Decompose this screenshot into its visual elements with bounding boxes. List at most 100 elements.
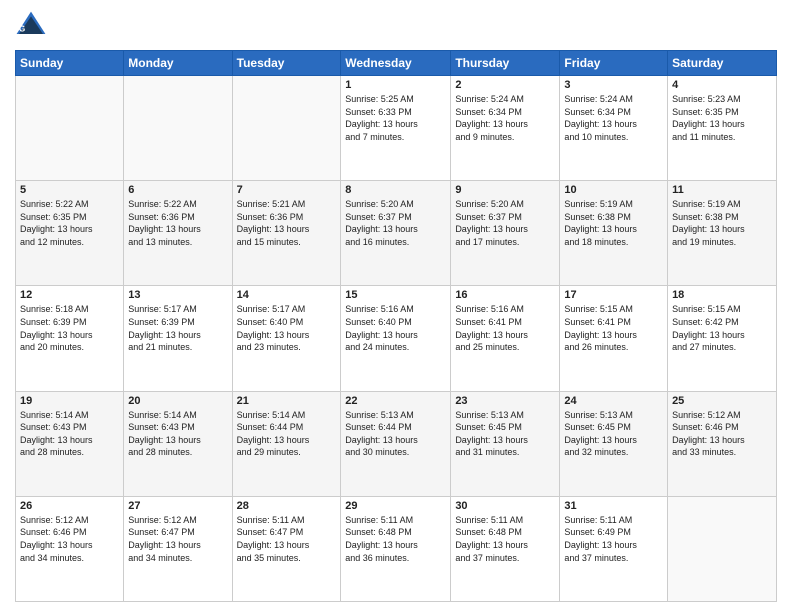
calendar-week-5: 26 Sunrise: 5:12 AM Sunset: 6:46 PM Dayli… [16, 496, 777, 601]
calendar-cell: 10 Sunrise: 5:19 AM Sunset: 6:38 PM Dayli… [560, 181, 668, 286]
day-info: Sunrise: 5:13 AM Sunset: 6:44 PM Dayligh… [345, 409, 446, 459]
day-number: 1 [345, 79, 446, 91]
day-number: 20 [128, 395, 227, 407]
day-info: Sunrise: 5:11 AM Sunset: 6:47 PM Dayligh… [237, 514, 337, 564]
day-number: 3 [564, 79, 663, 91]
logo-icon: G [15, 10, 47, 42]
calendar-header-saturday: Saturday [668, 51, 777, 76]
header: G [15, 10, 777, 42]
day-number: 22 [345, 395, 446, 407]
calendar-cell: 28 Sunrise: 5:11 AM Sunset: 6:47 PM Dayli… [232, 496, 341, 601]
day-number: 29 [345, 500, 446, 512]
day-number: 2 [455, 79, 555, 91]
day-number: 14 [237, 289, 337, 301]
day-info: Sunrise: 5:11 AM Sunset: 6:49 PM Dayligh… [564, 514, 663, 564]
day-number: 17 [564, 289, 663, 301]
day-info: Sunrise: 5:13 AM Sunset: 6:45 PM Dayligh… [564, 409, 663, 459]
day-number: 23 [455, 395, 555, 407]
day-info: Sunrise: 5:16 AM Sunset: 6:40 PM Dayligh… [345, 303, 446, 353]
page: G SundayMondayTuesdayWednesdayThursdayFr… [0, 0, 792, 612]
calendar-cell: 29 Sunrise: 5:11 AM Sunset: 6:48 PM Dayli… [341, 496, 451, 601]
day-number: 19 [20, 395, 119, 407]
day-info: Sunrise: 5:18 AM Sunset: 6:39 PM Dayligh… [20, 303, 119, 353]
calendar-header-tuesday: Tuesday [232, 51, 341, 76]
svg-text:G: G [19, 25, 25, 34]
calendar-cell: 7 Sunrise: 5:21 AM Sunset: 6:36 PM Daylig… [232, 181, 341, 286]
day-number: 13 [128, 289, 227, 301]
calendar-cell: 3Sunrise: 5:24 AM Sunset: 6:34 PM Daylig… [560, 76, 668, 181]
day-info: Sunrise: 5:17 AM Sunset: 6:40 PM Dayligh… [237, 303, 337, 353]
calendar-header-monday: Monday [124, 51, 232, 76]
day-info: Sunrise: 5:20 AM Sunset: 6:37 PM Dayligh… [345, 198, 446, 248]
day-info: Sunrise: 5:15 AM Sunset: 6:42 PM Dayligh… [672, 303, 772, 353]
calendar-cell: 17 Sunrise: 5:15 AM Sunset: 6:41 PM Dayli… [560, 286, 668, 391]
day-number: 25 [672, 395, 772, 407]
day-info: Sunrise: 5:12 AM Sunset: 6:46 PM Dayligh… [20, 514, 119, 564]
calendar-cell: 23 Sunrise: 5:13 AM Sunset: 6:45 PM Dayli… [451, 391, 560, 496]
day-number: 7 [237, 184, 337, 196]
calendar-cell: 9 Sunrise: 5:20 AM Sunset: 6:37 PM Daylig… [451, 181, 560, 286]
calendar-cell: 22 Sunrise: 5:13 AM Sunset: 6:44 PM Dayli… [341, 391, 451, 496]
calendar-table: SundayMondayTuesdayWednesdayThursdayFrid… [15, 50, 777, 602]
calendar-cell: 27Sunrise: 5:12 AM Sunset: 6:47 PM Dayli… [124, 496, 232, 601]
calendar-cell: 25Sunrise: 5:12 AM Sunset: 6:46 PM Dayli… [668, 391, 777, 496]
calendar-cell [16, 76, 124, 181]
calendar-cell: 8 Sunrise: 5:20 AM Sunset: 6:37 PM Daylig… [341, 181, 451, 286]
calendar-week-2: 5 Sunrise: 5:22 AM Sunset: 6:35 PM Daylig… [16, 181, 777, 286]
day-info: Sunrise: 5:22 AM Sunset: 6:35 PM Dayligh… [20, 198, 119, 248]
calendar-header-friday: Friday [560, 51, 668, 76]
calendar-cell: 11 Sunrise: 5:19 AM Sunset: 6:38 PM Dayli… [668, 181, 777, 286]
day-info: Sunrise: 5:24 AM Sunset: 6:34 PM Dayligh… [455, 93, 555, 143]
calendar-cell [232, 76, 341, 181]
day-number: 27 [128, 500, 227, 512]
calendar-cell: 20 Sunrise: 5:14 AM Sunset: 6:43 PM Dayli… [124, 391, 232, 496]
calendar-week-1: 1 Sunrise: 5:25 AM Sunset: 6:33 PM Daylig… [16, 76, 777, 181]
calendar-cell: 14 Sunrise: 5:17 AM Sunset: 6:40 PM Dayli… [232, 286, 341, 391]
calendar-cell: 13 Sunrise: 5:17 AM Sunset: 6:39 PM Dayli… [124, 286, 232, 391]
day-number: 12 [20, 289, 119, 301]
calendar-cell [668, 496, 777, 601]
calendar-cell: 16 Sunrise: 5:16 AM Sunset: 6:41 PM Dayli… [451, 286, 560, 391]
day-number: 9 [455, 184, 555, 196]
day-info: Sunrise: 5:14 AM Sunset: 6:43 PM Dayligh… [128, 409, 227, 459]
calendar-cell: 6 Sunrise: 5:22 AM Sunset: 6:36 PM Daylig… [124, 181, 232, 286]
calendar-cell: 1 Sunrise: 5:25 AM Sunset: 6:33 PM Daylig… [341, 76, 451, 181]
day-number: 5 [20, 184, 119, 196]
day-info: Sunrise: 5:21 AM Sunset: 6:36 PM Dayligh… [237, 198, 337, 248]
calendar-header-sunday: Sunday [16, 51, 124, 76]
calendar-header-row: SundayMondayTuesdayWednesdayThursdayFrid… [16, 51, 777, 76]
calendar-cell: 19 Sunrise: 5:14 AM Sunset: 6:43 PM Dayli… [16, 391, 124, 496]
calendar-cell: 24Sunrise: 5:13 AM Sunset: 6:45 PM Dayli… [560, 391, 668, 496]
day-info: Sunrise: 5:19 AM Sunset: 6:38 PM Dayligh… [564, 198, 663, 248]
day-number: 16 [455, 289, 555, 301]
day-number: 11 [672, 184, 772, 196]
day-info: Sunrise: 5:14 AM Sunset: 6:44 PM Dayligh… [237, 409, 337, 459]
day-number: 31 [564, 500, 663, 512]
day-info: Sunrise: 5:11 AM Sunset: 6:48 PM Dayligh… [455, 514, 555, 564]
calendar-header-thursday: Thursday [451, 51, 560, 76]
logo: G [15, 10, 51, 42]
day-number: 8 [345, 184, 446, 196]
day-info: Sunrise: 5:15 AM Sunset: 6:41 PM Dayligh… [564, 303, 663, 353]
day-info: Sunrise: 5:17 AM Sunset: 6:39 PM Dayligh… [128, 303, 227, 353]
day-info: Sunrise: 5:14 AM Sunset: 6:43 PM Dayligh… [20, 409, 119, 459]
day-number: 26 [20, 500, 119, 512]
day-number: 28 [237, 500, 337, 512]
day-number: 10 [564, 184, 663, 196]
day-number: 6 [128, 184, 227, 196]
calendar-cell: 12 Sunrise: 5:18 AM Sunset: 6:39 PM Dayli… [16, 286, 124, 391]
day-info: Sunrise: 5:20 AM Sunset: 6:37 PM Dayligh… [455, 198, 555, 248]
day-info: Sunrise: 5:16 AM Sunset: 6:41 PM Dayligh… [455, 303, 555, 353]
day-info: Sunrise: 5:13 AM Sunset: 6:45 PM Dayligh… [455, 409, 555, 459]
day-info: Sunrise: 5:11 AM Sunset: 6:48 PM Dayligh… [345, 514, 446, 564]
day-info: Sunrise: 5:22 AM Sunset: 6:36 PM Dayligh… [128, 198, 227, 248]
day-info: Sunrise: 5:25 AM Sunset: 6:33 PM Dayligh… [345, 93, 446, 143]
calendar-cell: 30Sunrise: 5:11 AM Sunset: 6:48 PM Dayli… [451, 496, 560, 601]
day-info: Sunrise: 5:19 AM Sunset: 6:38 PM Dayligh… [672, 198, 772, 248]
day-number: 15 [345, 289, 446, 301]
day-info: Sunrise: 5:23 AM Sunset: 6:35 PM Dayligh… [672, 93, 772, 143]
calendar-cell: 21Sunrise: 5:14 AM Sunset: 6:44 PM Dayli… [232, 391, 341, 496]
calendar-cell: 15 Sunrise: 5:16 AM Sunset: 6:40 PM Dayli… [341, 286, 451, 391]
calendar-cell: 26 Sunrise: 5:12 AM Sunset: 6:46 PM Dayli… [16, 496, 124, 601]
calendar-week-3: 12 Sunrise: 5:18 AM Sunset: 6:39 PM Dayli… [16, 286, 777, 391]
